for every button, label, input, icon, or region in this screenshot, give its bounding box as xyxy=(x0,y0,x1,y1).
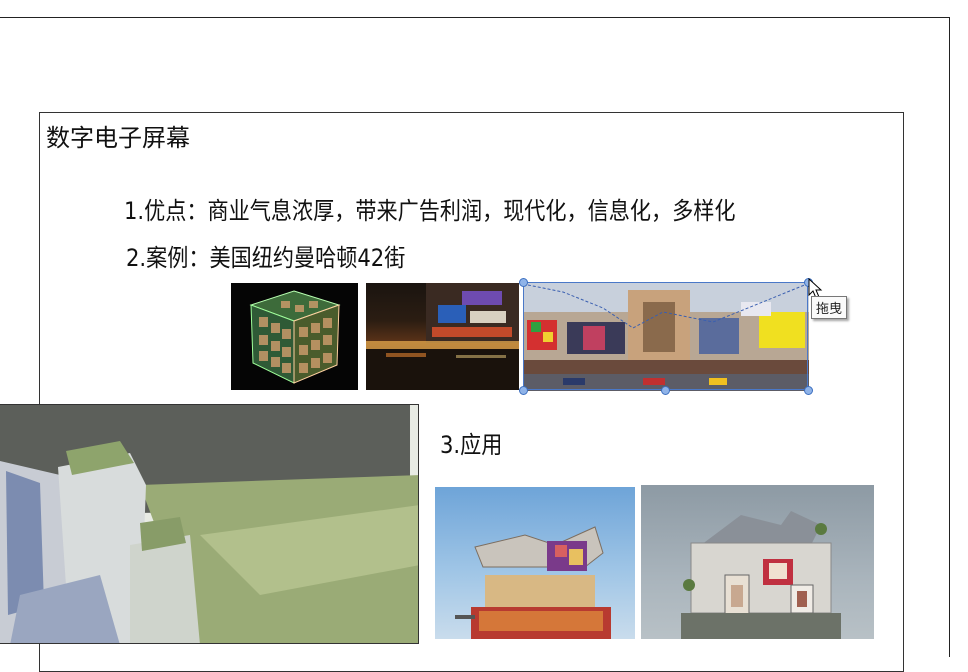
media-facade-building-image[interactable] xyxy=(435,487,635,639)
drag-tooltip: 拖曳 xyxy=(811,296,848,319)
times-square-night-image[interactable] xyxy=(366,283,519,390)
led-cube-image[interactable] xyxy=(231,283,358,390)
resize-handle-bottom-right[interactable] xyxy=(804,386,813,395)
slide-title: 数字电子屏幕 xyxy=(46,124,190,152)
advantages-text: 1.优点：商业气息浓厚，带来广告利润，现代化，信息化，多样化 xyxy=(124,197,736,225)
resize-handle-top-left[interactable] xyxy=(519,278,528,287)
billboard-cube-building-image[interactable] xyxy=(641,485,874,639)
resize-handle-bottom-left[interactable] xyxy=(519,386,528,395)
resize-handle-bottom-middle[interactable] xyxy=(661,386,670,395)
selection-frame xyxy=(523,282,808,390)
building-render-image[interactable] xyxy=(0,404,419,644)
case-text: 2.案例：美国纽约曼哈顿42街 xyxy=(126,244,406,272)
application-heading: 3.应用 xyxy=(440,431,503,459)
